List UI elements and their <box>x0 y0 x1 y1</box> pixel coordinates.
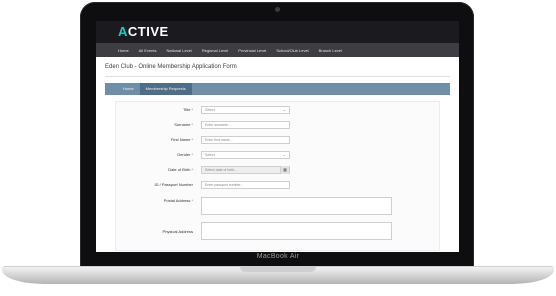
chevron-down-icon: ⌄ <box>282 107 286 112</box>
id-input[interactable]: Enter passport number... <box>201 181 290 189</box>
breadcrumb-home[interactable]: Home <box>117 83 140 95</box>
nav-home[interactable]: Home <box>118 48 129 53</box>
calendar-icon[interactable]: ▦ <box>280 166 289 174</box>
page-title: Eden Club - Online Membership Applicatio… <box>105 64 237 70</box>
postal-label: Postal Address* <box>163 198 193 203</box>
dob-input[interactable]: Select date of birth... ▦ <box>201 166 290 174</box>
id-label: ID / Passport Number <box>154 182 193 187</box>
dob-label: Date of Birth* <box>168 167 193 172</box>
camera-dot <box>275 7 280 12</box>
main-nav: Home All Events National Level Regional … <box>96 43 459 57</box>
postal-address-textarea[interactable] <box>201 197 392 215</box>
divider <box>105 76 450 77</box>
nav-all-events[interactable]: All Events <box>139 48 157 53</box>
nav-school-club-level[interactable]: School/Club Level <box>276 48 308 53</box>
header-bar: ACTIVE <box>96 21 459 43</box>
nav-branch-level[interactable]: Branch Level <box>319 48 342 53</box>
laptop-base <box>2 266 554 284</box>
first-name-label: First Name* <box>170 137 193 142</box>
breadcrumb-membership-requests[interactable]: Membership Requests <box>139 83 192 95</box>
base-notch <box>240 267 316 272</box>
title-select[interactable]: Select ⌄ <box>201 106 290 114</box>
screen: ACTIVE Home All Events National Level Re… <box>96 21 459 252</box>
nav-regional-level[interactable]: Regional Level <box>202 48 228 53</box>
device-model-label: MacBook Air <box>256 253 300 260</box>
nav-national-level[interactable]: National Level <box>166 48 191 53</box>
first-name-input[interactable]: Enter first name... <box>201 136 290 144</box>
title-label: Title* <box>183 107 193 112</box>
membership-form: Title* Select ⌄ Surname* Enter surname...… <box>115 101 440 251</box>
physical-label: Physical Address <box>162 229 193 234</box>
chevron-down-icon: ⌄ <box>282 152 286 157</box>
physical-address-textarea[interactable] <box>201 222 392 240</box>
app-logo[interactable]: ACTIVE <box>118 24 459 40</box>
surname-label: Surname* <box>174 122 193 127</box>
breadcrumb: Home Membership Requests <box>105 83 450 95</box>
surname-input[interactable]: Enter surname... <box>201 121 290 129</box>
gender-select[interactable]: Select ⌄ <box>201 151 290 159</box>
main-content: Eden Club - Online Membership Applicatio… <box>96 57 459 252</box>
nav-provincial-level[interactable]: Provincial Level <box>238 48 266 53</box>
gender-label: Gender* <box>177 152 193 157</box>
